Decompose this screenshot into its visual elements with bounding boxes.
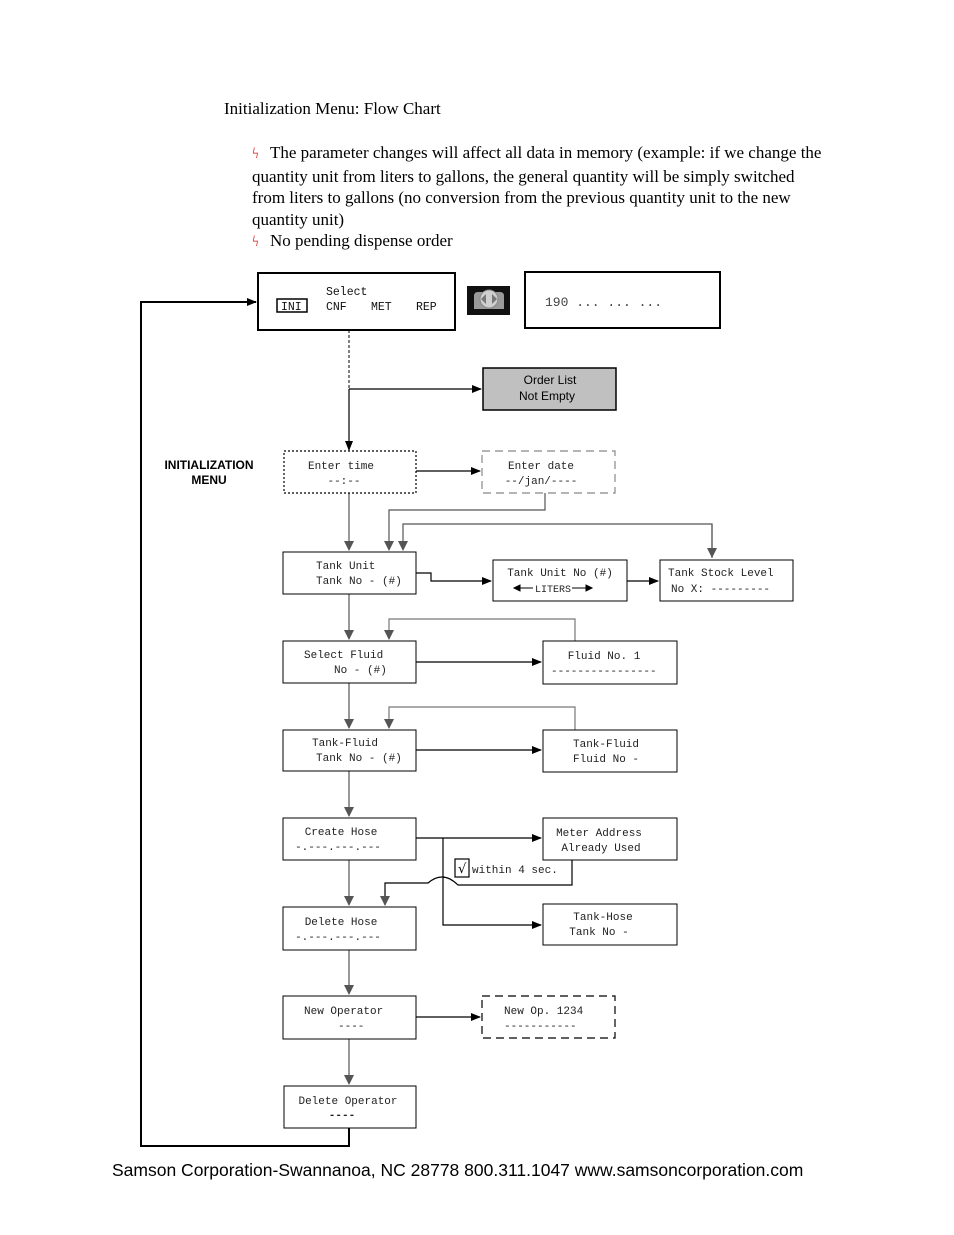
box-line: ---------------- (551, 666, 657, 678)
box-line: -.---.---.--- (295, 932, 381, 944)
create-hose-box[interactable]: Create Hose -.---.---.--- (282, 817, 417, 861)
connector-date-to-tank-unit (384, 493, 546, 551)
order-list-warning-box: Order List Not Empty (482, 367, 617, 411)
display-readout-box: 190 ... ... ... (524, 271, 721, 329)
box-line: ---- (329, 1110, 355, 1122)
box-line: New Op. 1234 (504, 1006, 584, 1018)
confirm-within-4-sec: √ within 4 sec. (454, 858, 558, 878)
box-line: Fluid No - (573, 754, 639, 766)
select-menu-box[interactable]: Select INI CNF MET REP (257, 272, 456, 331)
connector-fluid-no-back (384, 618, 576, 641)
tank-fluid-detail-box[interactable]: Tank-Fluid Fluid No - (542, 729, 678, 773)
enter-time-box[interactable]: Enter time --:-- (283, 450, 417, 494)
warning-line: Order List (524, 373, 577, 387)
box-line: Meter Address (556, 828, 642, 840)
connectors (140, 298, 717, 1147)
box-line: Tank Stock Level (668, 568, 774, 580)
delete-operator-box[interactable]: Delete Operator ---- (283, 1085, 417, 1129)
box-line: Tank-Hose (573, 912, 632, 924)
warning-line: Not Empty (519, 389, 575, 403)
unit-label: LITERS (535, 585, 571, 596)
box-line: -.---.---.--- (295, 842, 381, 854)
connector-tank-fluid-back (384, 706, 576, 730)
tank-stock-level-box[interactable]: Tank Stock Level No X: --------- (659, 559, 794, 602)
tank-hose-box[interactable]: Tank-Hose Tank No - (542, 903, 678, 946)
delete-hose-box[interactable]: Delete Hose -.---.---.--- (282, 906, 417, 951)
box-line: Create Hose (305, 827, 378, 839)
tank-unit-box[interactable]: Tank Unit Tank No - (#) (282, 551, 417, 595)
box-line: Tank No - (569, 927, 628, 939)
box-line: ----------- (504, 1021, 577, 1033)
new-op-detail-box[interactable]: New Op. 1234 ----------- (481, 995, 616, 1039)
box-line: --/jan/---- (505, 476, 578, 488)
box-line: Enter date (508, 461, 574, 473)
tank-unit-no-box[interactable]: Tank Unit No (#) LITERS (492, 559, 628, 602)
menu-option-cnf[interactable]: CNF (326, 301, 347, 314)
menu-option-ini[interactable]: INI (281, 301, 302, 314)
box-line: Delete Hose (305, 917, 378, 929)
box-line: --:-- (327, 476, 360, 488)
connector-to-tank-hose (442, 838, 542, 929)
box-line: Already Used (561, 843, 640, 855)
box-line: Enter time (308, 461, 374, 473)
box-line: Tank Unit (316, 561, 375, 573)
confirm-label: within 4 sec. (472, 865, 558, 877)
box-line: Delete Operator (298, 1096, 397, 1108)
box-line: New Operator (304, 1006, 383, 1018)
display-readout-text: 190 ... ... ... (545, 295, 662, 310)
box-line: Select Fluid (304, 650, 383, 662)
flowchart: Select INI CNF MET REP 190 ... ... ... O… (140, 271, 794, 1147)
box-line: Tank No - (#) (316, 576, 402, 588)
tank-fluid-box[interactable]: Tank-Fluid Tank No - (#) (282, 729, 417, 772)
new-operator-box[interactable]: New Operator ---- (282, 995, 417, 1040)
check-mark-icon: √ (458, 862, 467, 877)
connector-tank-unit-to-unit-no (416, 572, 492, 585)
select-menu-title: Select (326, 286, 367, 299)
box-line: Tank-Fluid (573, 739, 639, 751)
select-fluid-box[interactable]: Select Fluid No - (#) (282, 640, 417, 684)
box-line: No - (#) (334, 665, 387, 677)
box-line: Fluid No. 1 (568, 651, 641, 663)
box-line: No X: --------- (671, 584, 770, 596)
meter-address-box: Meter Address Already Used (542, 817, 678, 861)
connector-stock-back (398, 523, 713, 558)
page-footer: Samson Corporation-Swannanoa, NC 28778 8… (112, 1160, 804, 1180)
box-line: ---- (338, 1021, 364, 1033)
enter-date-box[interactable]: Enter date --/jan/---- (481, 450, 616, 494)
box-line: Tank No - (#) (316, 753, 402, 765)
box-line: Tank-Fluid (312, 738, 378, 750)
left-right-arrow-key-icon[interactable] (467, 286, 510, 315)
fluid-no-box[interactable]: Fluid No. 1 ---------------- (542, 640, 678, 685)
menu-option-rep[interactable]: REP (416, 301, 437, 314)
box-line: Tank Unit No (#) (507, 568, 613, 580)
menu-option-met[interactable]: MET (371, 301, 392, 314)
